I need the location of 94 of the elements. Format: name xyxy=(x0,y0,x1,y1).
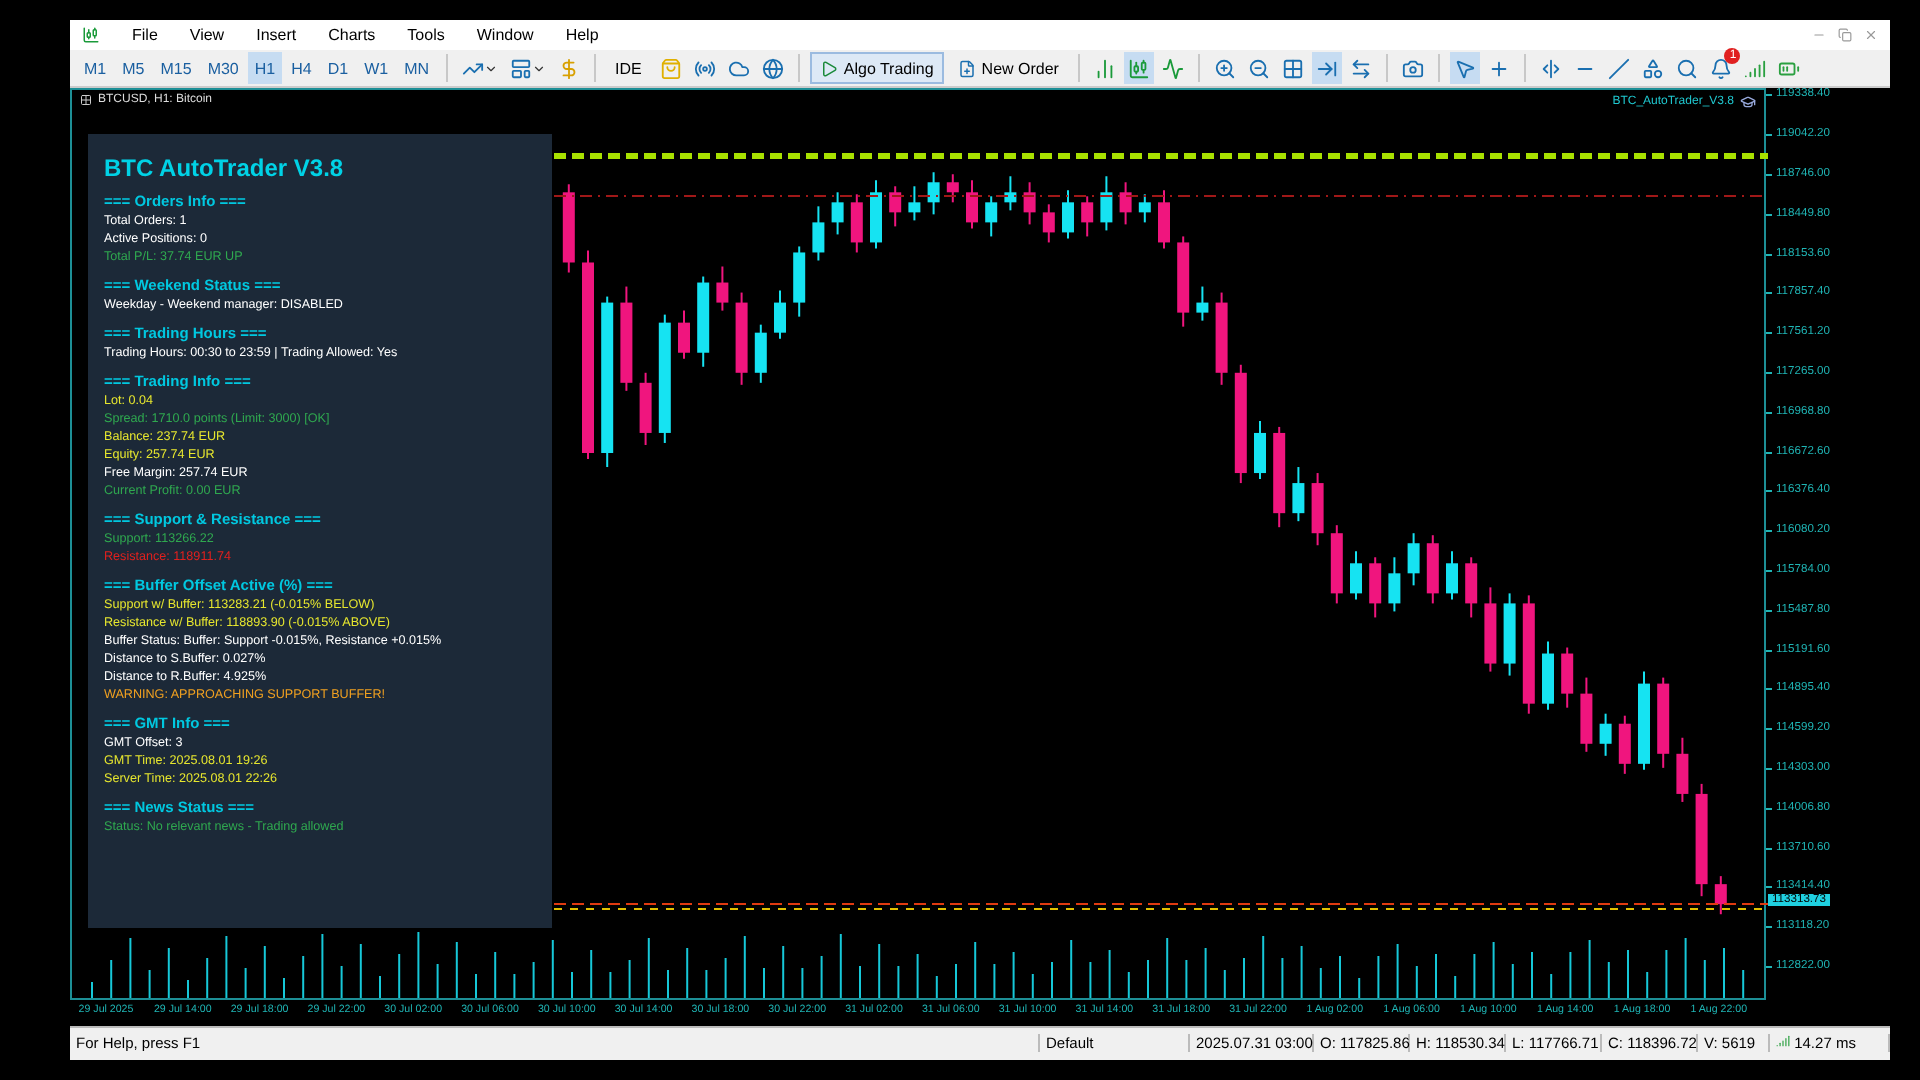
cursor-icon xyxy=(1454,57,1477,79)
candlestick xyxy=(1446,550,1458,601)
bag-icon xyxy=(659,57,682,79)
candlestick-icon xyxy=(1128,57,1151,79)
price-chart[interactable] xyxy=(70,88,1766,1000)
crosshair-icon xyxy=(1488,57,1511,79)
vertical-line-icon xyxy=(1540,57,1563,79)
timeframe-button[interactable]: MN xyxy=(398,52,436,84)
signal-bars-icon xyxy=(1776,1034,1790,1048)
caret-icon xyxy=(483,61,498,75)
toolbar-button[interactable]: Algo Trading xyxy=(809,52,944,84)
timeframe-button[interactable]: W1 xyxy=(358,52,395,84)
timeframe-button[interactable]: D1 xyxy=(321,52,355,84)
candlestick xyxy=(850,193,863,254)
candlestick xyxy=(812,205,825,262)
candlestick xyxy=(1388,556,1401,613)
candlestick xyxy=(831,191,844,236)
candlestick xyxy=(1138,193,1151,224)
candlestick xyxy=(1561,646,1574,709)
candlestick xyxy=(1599,712,1612,757)
zoom-out-icon xyxy=(1248,57,1271,79)
arrows-icon xyxy=(1350,57,1373,79)
arrow-to-line-icon xyxy=(1316,57,1339,79)
restore-icon[interactable] xyxy=(1838,28,1852,42)
candlestick xyxy=(1676,736,1689,803)
toolbar-button[interactable] xyxy=(1312,52,1343,84)
candlestick xyxy=(1119,181,1132,226)
bell-icon xyxy=(1710,57,1733,79)
timeframe-button[interactable]: H1 xyxy=(248,52,282,84)
candlestick xyxy=(927,171,940,216)
menu-item[interactable]: View xyxy=(189,26,225,44)
candlestick xyxy=(1158,189,1170,250)
candlestick xyxy=(966,179,978,230)
menu-item[interactable]: Insert xyxy=(256,26,297,44)
candlestick xyxy=(1042,203,1055,244)
bar-chart-icon xyxy=(1094,57,1117,79)
menu-item[interactable]: Charts xyxy=(328,26,376,44)
timeframe-button[interactable]: M30 xyxy=(201,52,245,84)
candlestick xyxy=(754,323,767,384)
candlestick xyxy=(1369,556,1382,619)
close-icon[interactable] xyxy=(1864,28,1878,42)
panel-title: BTC AutoTrader V3.8 xyxy=(104,154,346,182)
candlestick xyxy=(889,185,902,228)
caret-icon xyxy=(531,61,546,75)
template-icon xyxy=(509,57,532,79)
candlestick xyxy=(946,173,959,204)
graduation-cap-icon xyxy=(1740,94,1756,110)
candlestick xyxy=(1004,175,1017,212)
candlestick xyxy=(985,195,998,238)
grid-icon xyxy=(1282,57,1305,79)
menu-item[interactable]: File xyxy=(132,26,158,44)
toolbar-button[interactable] xyxy=(1124,52,1155,84)
candlestick xyxy=(1023,181,1036,226)
dollar-icon xyxy=(557,57,580,79)
toolbar-button[interactable]: IDE xyxy=(605,52,652,84)
play-icon xyxy=(819,59,838,77)
app-logo-icon xyxy=(82,26,100,44)
timeframe-button[interactable]: M5 xyxy=(116,52,151,84)
candlestick xyxy=(1196,285,1209,322)
candlestick xyxy=(678,309,690,360)
shapes-icon xyxy=(1642,57,1665,79)
candlestick xyxy=(908,185,921,222)
menu-item[interactable]: Window xyxy=(476,26,534,44)
candlestick xyxy=(1465,556,1478,619)
candlestick xyxy=(1618,714,1631,775)
candlestick xyxy=(716,265,729,312)
camera-icon xyxy=(1402,57,1425,79)
trend-line-icon xyxy=(1608,57,1631,79)
document-plus-icon xyxy=(957,59,976,77)
candlestick xyxy=(774,289,786,340)
candlestick xyxy=(1407,532,1420,587)
toolbar-button[interactable]: New Order xyxy=(947,52,1069,84)
globe-icon xyxy=(761,57,784,79)
chart-window-icon xyxy=(80,94,92,106)
candlestick xyxy=(1062,189,1074,240)
candlestick xyxy=(1714,875,1727,916)
candlestick xyxy=(1292,466,1305,523)
timeframe-button[interactable]: H4 xyxy=(285,52,318,84)
candlestick xyxy=(1081,195,1094,238)
timeframe-button[interactable]: M1 xyxy=(78,52,113,84)
signal-bars-icon xyxy=(1744,57,1767,79)
menu-item[interactable]: Tools xyxy=(407,26,445,44)
cloud-icon xyxy=(727,57,750,79)
timeframe-button[interactable]: M15 xyxy=(154,52,198,84)
search-icon xyxy=(1676,57,1699,79)
zoom-in-icon xyxy=(1214,57,1237,79)
wave-icon xyxy=(1162,57,1185,79)
signal-icon xyxy=(693,57,716,79)
candlestick xyxy=(1254,419,1266,481)
candlestick xyxy=(1100,175,1113,232)
menu-item[interactable]: Help xyxy=(565,26,599,44)
candlestick xyxy=(1350,550,1362,601)
toolbar-button[interactable] xyxy=(1450,52,1481,84)
battery-icon xyxy=(1778,57,1801,79)
